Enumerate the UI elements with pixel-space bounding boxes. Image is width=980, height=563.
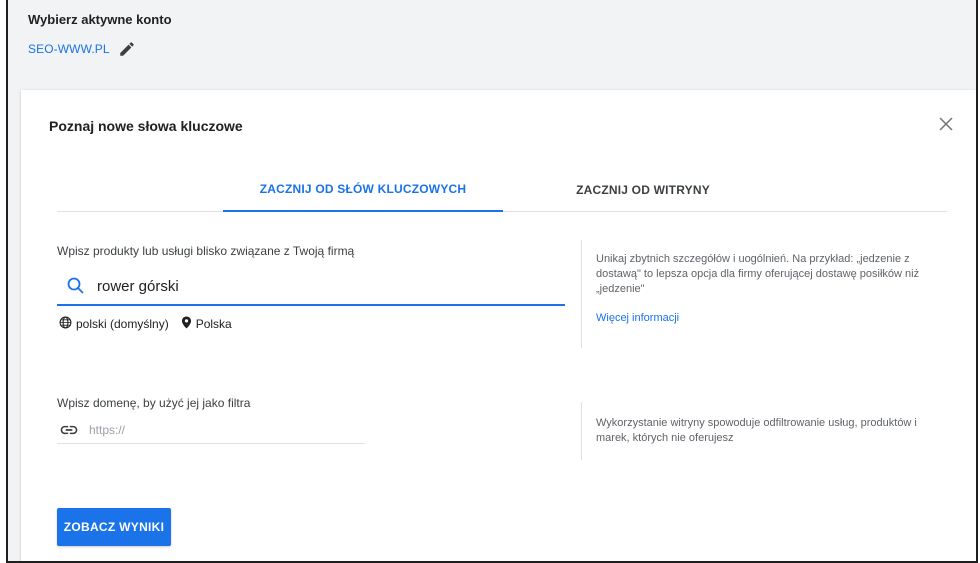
search-icon <box>65 275 87 297</box>
close-icon[interactable] <box>936 114 956 134</box>
targeting-row: polski (domyślny) Polska <box>59 316 244 332</box>
keywords-input[interactable] <box>97 277 497 295</box>
pencil-icon[interactable] <box>118 40 136 58</box>
globe-icon <box>59 316 72 332</box>
keywords-field[interactable] <box>57 268 565 306</box>
account-section-title: Wybierz aktywne konto <box>28 12 172 27</box>
language-selector[interactable]: polski (domyślny) <box>59 316 169 332</box>
domain-hint-text: Wykorzystanie witryny spowoduje odfiltro… <box>596 417 917 444</box>
tab-start-with-keywords[interactable]: ZACZNIJ OD SŁÓW KLUCZOWYCH <box>223 168 503 212</box>
domain-field[interactable] <box>57 416 365 444</box>
app-frame: Wybierz aktywne konto SEO-WWW.PL Poznaj … <box>6 0 978 563</box>
dialog-title: Poznaj nowe słowa kluczowe <box>49 118 243 134</box>
account-name[interactable]: SEO-WWW.PL <box>28 42 110 56</box>
keywords-hint-text: Unikaj zbytnich szczegółów i uogólnień. … <box>596 253 920 295</box>
domain-hint: Wykorzystanie witryny spowoduje odfiltro… <box>581 402 951 460</box>
location-selector[interactable]: Polska <box>181 316 232 332</box>
tab-start-with-website[interactable]: ZACZNIJ OD WITRYNY <box>503 168 783 212</box>
keyword-planner-dialog: Poznaj nowe słowa kluczowe ZACZNIJ OD SŁ… <box>21 90 976 561</box>
domain-label: Wpisz domenę, by użyć jej jako filtra <box>57 396 251 410</box>
keywords-hint: Unikaj zbytnich szczegółów i uogólnień. … <box>581 240 951 348</box>
keywords-label: Wpisz produkty lub usługi blisko związan… <box>57 244 355 258</box>
tab-bar: ZACZNIJ OD SŁÓW KLUCZOWYCH ZACZNIJ OD WI… <box>57 168 947 212</box>
more-info-link[interactable]: Więcej informacji <box>596 311 951 326</box>
see-results-button[interactable]: ZOBACZ WYNIKI <box>57 508 171 546</box>
domain-input[interactable] <box>89 422 339 437</box>
location-label: Polska <box>195 317 232 331</box>
location-pin-icon <box>181 316 192 332</box>
account-header: Wybierz aktywne konto SEO-WWW.PL <box>8 0 976 86</box>
account-row: SEO-WWW.PL <box>28 40 136 58</box>
language-label: polski (domyślny) <box>76 317 169 331</box>
link-icon <box>59 420 79 440</box>
